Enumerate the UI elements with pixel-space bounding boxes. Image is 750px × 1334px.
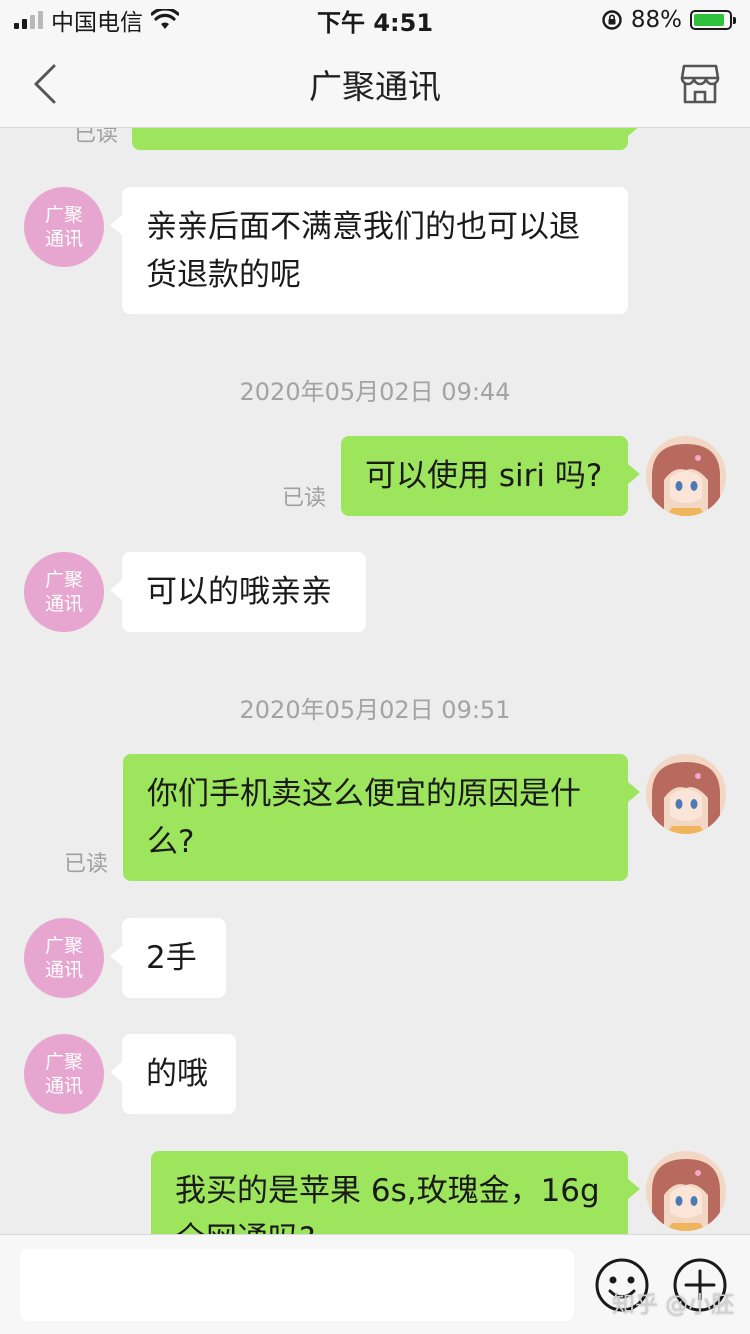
- message-bubble-incoming[interactable]: 亲亲后面不满意我们的也可以退货退款的呢: [110, 187, 628, 314]
- message-bubble-incoming[interactable]: 的哦: [110, 1034, 236, 1114]
- user-avatar[interactable]: [646, 754, 726, 834]
- battery-icon: [690, 10, 736, 30]
- shop-avatar[interactable]: 广聚通讯: [24, 187, 104, 267]
- watermark: 知乎 @小胚: [612, 1292, 735, 1318]
- nav-bar: 广聚通讯: [0, 40, 750, 128]
- status-bar: 中国电信 下午 4:51 88%: [0, 0, 750, 40]
- message-bubble-incoming[interactable]: 2手: [110, 918, 226, 998]
- user-avatar[interactable]: [646, 436, 726, 516]
- read-status: 已读: [64, 852, 109, 877]
- status-right: 88%: [601, 7, 736, 33]
- shop-avatar[interactable]: 广聚通讯: [24, 1034, 104, 1114]
- message-bubble-outgoing[interactable]: 可以使用 siri 吗?: [341, 436, 640, 516]
- message-timestamp: 2020年05月02日 09:44: [239, 378, 511, 406]
- message-bubble-outgoing[interactable]: 你们手机卖这么便宜的原因是什么?: [123, 754, 640, 881]
- message-bubble-incoming[interactable]: 可以的哦亲亲: [110, 552, 366, 632]
- chat-title: 广聚通讯: [309, 66, 441, 106]
- status-left: 中国电信: [14, 3, 179, 37]
- store-icon[interactable]: [680, 62, 720, 106]
- shop-avatar[interactable]: 广聚通讯: [24, 918, 104, 998]
- cellular-signal-icon: [14, 11, 43, 29]
- message-input[interactable]: [20, 1249, 574, 1321]
- message-timestamp: 2020年05月02日 09:51: [239, 696, 511, 724]
- message-bubble-outgoing[interactable]: 我买的是苹果 6s,玫瑰金，16g 全网通吗?: [151, 1151, 640, 1234]
- user-avatar[interactable]: [646, 1151, 726, 1231]
- input-bar: [0, 1234, 750, 1334]
- battery-percent: 88%: [630, 7, 682, 33]
- wifi-icon: [151, 9, 179, 29]
- read-status: 已读: [282, 486, 327, 511]
- carrier-name: 中国电信: [51, 10, 143, 36]
- battery-fill: [694, 14, 724, 26]
- read-status: 已读: [74, 128, 119, 147]
- chevron-left-icon[interactable]: [28, 62, 68, 106]
- chat-area[interactable]: 已读 广聚通讯 亲亲后面不满意我们的也可以退货退款的呢 2020年05月02日 …: [0, 128, 750, 1234]
- shop-avatar[interactable]: 广聚通讯: [24, 552, 104, 632]
- message-bubble-outgoing[interactable]: [132, 128, 640, 150]
- rotation-lock-icon: [602, 10, 622, 30]
